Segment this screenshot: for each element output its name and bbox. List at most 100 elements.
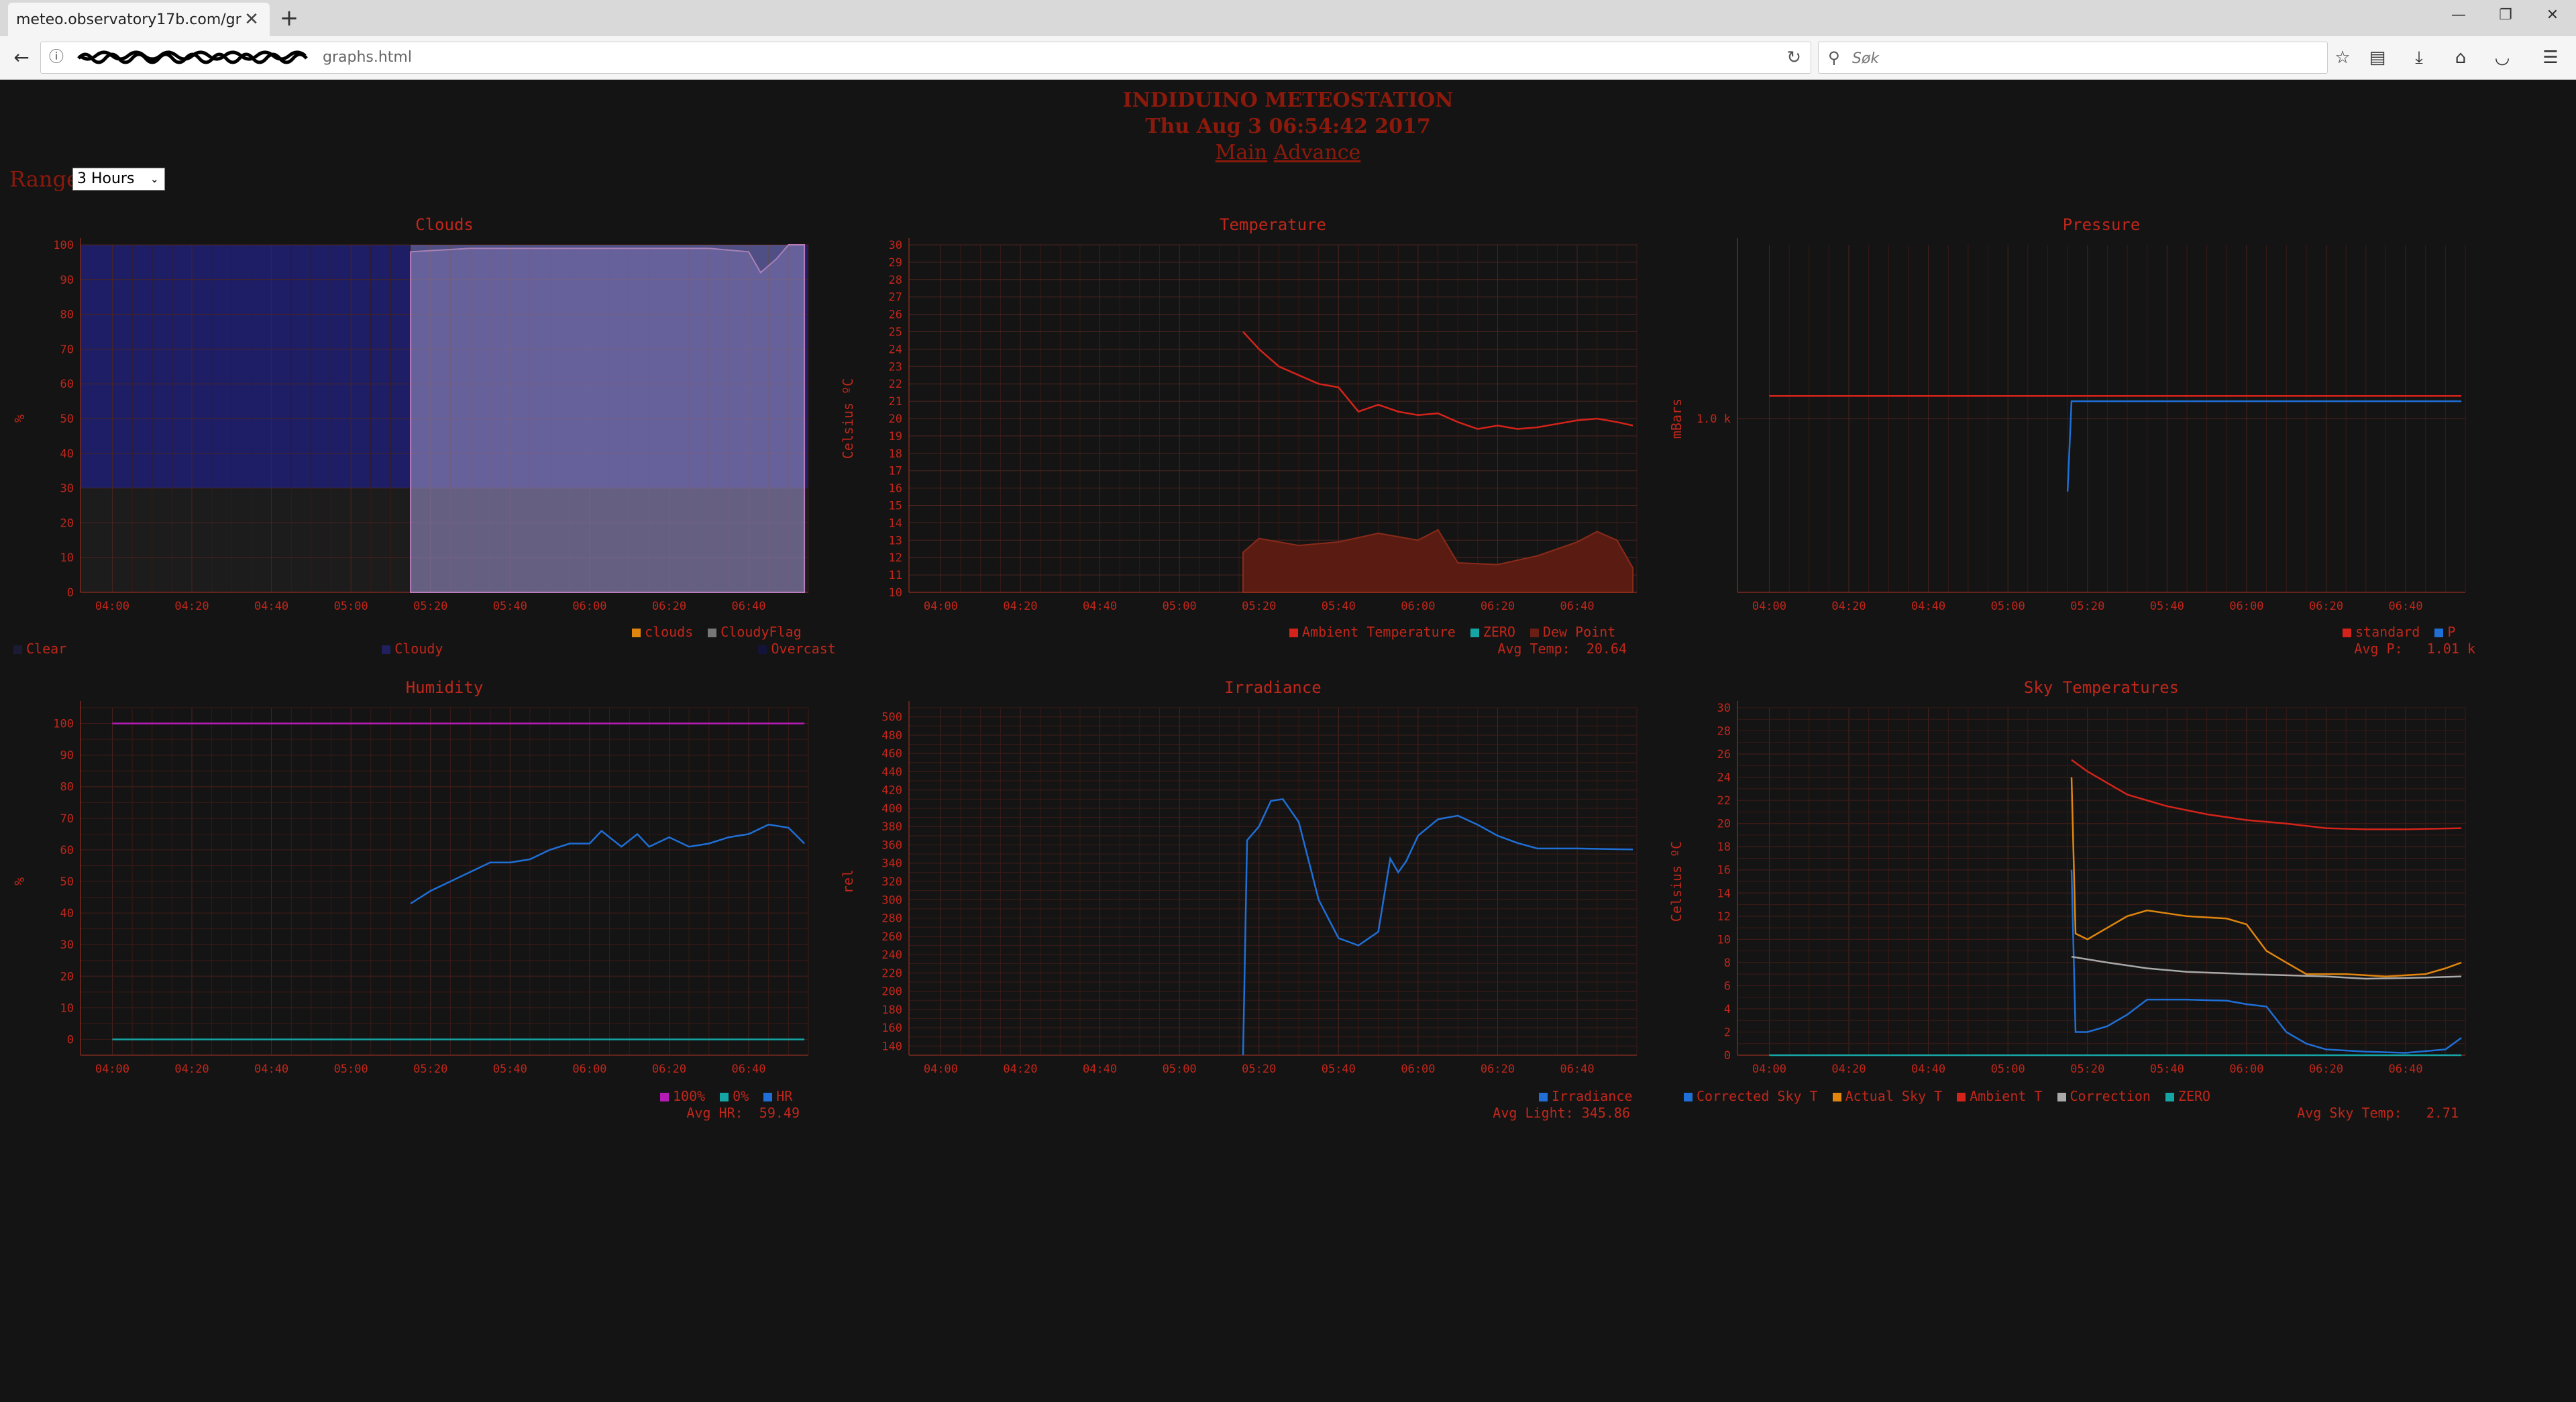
y-tick-label: 70 — [60, 812, 74, 826]
x-tick-label: 04:40 — [254, 600, 288, 613]
minimize-icon[interactable]: — — [2435, 0, 2482, 31]
chevron-down-icon: ⌄ — [150, 172, 159, 185]
x-tick-label: 04:00 — [1752, 1063, 1786, 1076]
y-tick-label: 0 — [67, 1033, 74, 1046]
temperature-legend: Ambient Temperature ZERO Dew Point — [1275, 624, 1615, 640]
bookmark-star-icon[interactable]: ☆ — [2328, 43, 2357, 72]
temperature-svg: Temperature Celsius ºC 10 11 12 13 14 15 16 17 18 1… — [840, 215, 1638, 613]
legend-item: Ambient T — [1957, 1088, 2043, 1104]
reload-icon[interactable]: ↻ — [1786, 42, 1801, 73]
legend-swatch — [1529, 629, 1539, 637]
url-redacted-scribble — [77, 50, 308, 64]
y-tick-label: 280 — [881, 912, 902, 926]
new-tab-icon[interactable]: + — [275, 4, 303, 32]
x-tick-label: 04:40 — [254, 1063, 288, 1076]
y-tick-label: 13 — [889, 534, 902, 547]
clouds-legend-row2: Clear Cloudy Overcast — [13, 641, 836, 657]
x-tick-label: 05:40 — [1322, 1063, 1356, 1076]
home-icon[interactable]: ⌂ — [2446, 43, 2475, 72]
menu-icon[interactable]: ☰ — [2536, 43, 2565, 72]
legend-swatch — [13, 645, 22, 654]
x-tick-label: 06:00 — [572, 600, 606, 613]
legend-label: 100% — [673, 1088, 706, 1104]
humidity-ylabel: % — [11, 877, 28, 885]
y-tick-label: 17 — [889, 465, 902, 478]
window-close-icon[interactable]: ✕ — [2529, 0, 2576, 31]
legend-label: Dew Point — [1542, 624, 1616, 640]
x-tick-label: 05:00 — [1163, 1063, 1197, 1076]
close-tab-icon[interactable]: ✕ — [241, 9, 262, 30]
page-title: INDIDUINO METEOSTATION — [1122, 89, 1454, 112]
sky-ylabel: Celsius ºC — [1668, 841, 1684, 922]
y-tick-label: 100 — [53, 718, 74, 731]
back-icon[interactable]: ← — [7, 43, 36, 72]
pocket-icon[interactable]: ◡ — [2487, 43, 2517, 72]
y-tick-label: 11 — [889, 569, 902, 582]
legend-label: Ambient Temperature — [1302, 624, 1456, 640]
x-tick-label: 04:40 — [1911, 600, 1945, 613]
y-tick-label: 18 — [889, 447, 902, 461]
legend-swatch — [720, 1093, 729, 1101]
irradiance-chart: Irradiance rel 140 160 180 200 220 240 260 280 300… — [835, 674, 1657, 1077]
legend-item: Dew Point — [1529, 624, 1616, 640]
temperature-series-dew-point — [1242, 529, 1634, 593]
irradiance-avg: Avg Light: 345.86 — [1493, 1105, 1630, 1121]
x-tick-label: 06:00 — [1401, 600, 1435, 613]
y-tick-label: 20 — [60, 517, 74, 530]
y-tick-label: 20 — [889, 413, 902, 426]
y-tick-label: 4 — [1724, 1003, 1731, 1016]
x-tick-label: 05:00 — [1163, 600, 1197, 613]
legend-swatch — [763, 1093, 773, 1101]
irradiance-svg: Irradiance rel 140 160 180 200 220 240 260 280 300… — [840, 678, 1638, 1076]
advance-link[interactable]: Advance — [1274, 141, 1361, 164]
navigation-bar: ← ⓘ graphs.html ↻ ⚲ ☆ ▤ ⤓ ⌂ ◡ ☰ — [0, 36, 2576, 80]
x-tick-label: 04:00 — [95, 600, 129, 613]
legend-item: standard — [2343, 624, 2420, 640]
pressure-title: Pressure — [2063, 215, 2141, 234]
legend-label: Overcast — [771, 641, 836, 657]
legend-label: Clear — [26, 641, 67, 657]
y-tick-label: 240 — [881, 949, 902, 962]
download-icon[interactable]: ⤓ — [2404, 43, 2434, 72]
y-tick-label: 18 — [1717, 841, 1731, 854]
range-label: Range — [9, 166, 79, 192]
legend-swatch — [1289, 629, 1298, 637]
y-tick-label: 6 — [1724, 979, 1731, 993]
legend-swatch — [632, 629, 641, 637]
y-tick-label: 340 — [881, 857, 902, 871]
range-select[interactable]: 3 Hours ⌄ — [72, 168, 165, 191]
y-tick-label: 360 — [881, 839, 902, 852]
temperature-title: Temperature — [1220, 215, 1326, 234]
y-tick-label: 90 — [60, 749, 74, 763]
x-tick-label: 06:00 — [2229, 600, 2263, 613]
legend-swatch — [2165, 1093, 2174, 1101]
legend-label: 0% — [733, 1088, 749, 1104]
browser-tab[interactable]: meteo.observatory17b.com/grap ✕ — [8, 3, 270, 36]
x-tick-label: 05:00 — [334, 1063, 368, 1076]
y-tick-label: 25 — [889, 326, 902, 339]
x-tick-label: 06:40 — [731, 600, 765, 613]
info-icon[interactable]: ⓘ — [49, 42, 64, 73]
legend-label: Correction — [2070, 1088, 2151, 1104]
search-bar[interactable]: ⚲ — [1818, 42, 2328, 74]
x-tick-label: 06:20 — [652, 1063, 686, 1076]
legend-label: ZERO — [2178, 1088, 2211, 1104]
clouds-title: Clouds — [415, 215, 474, 234]
tab-bar: meteo.observatory17b.com/grap ✕ + — ❐ ✕ — [0, 0, 2576, 36]
search-input[interactable] — [1851, 46, 2316, 70]
x-tick-label: 04:00 — [95, 1063, 129, 1076]
restore-icon[interactable]: ❐ — [2482, 0, 2529, 31]
y-tick-label: 10 — [889, 586, 902, 600]
y-tick-label: 440 — [881, 765, 902, 779]
y-tick-label: 60 — [60, 378, 74, 391]
legend-swatch — [2343, 629, 2351, 637]
main-link[interactable]: Main — [1216, 141, 1268, 164]
pressure-chart: Pressure mBars 1.0 k 04:00 04:20 04:40 05:00 05… — [1664, 211, 2485, 614]
url-bar[interactable]: ⓘ graphs.html ↻ — [40, 42, 1811, 74]
x-tick-label: 06:20 — [1481, 1063, 1515, 1076]
library-icon[interactable]: ▤ — [2363, 43, 2392, 72]
url-text: graphs.html — [323, 49, 412, 66]
pressure-svg: Pressure mBars 1.0 k 04:00 04:20 04:40 05:00 05… — [1668, 215, 2466, 613]
y-tick-label: 1.0 k — [1697, 413, 1731, 426]
x-tick-label: 06:00 — [1401, 1063, 1435, 1076]
